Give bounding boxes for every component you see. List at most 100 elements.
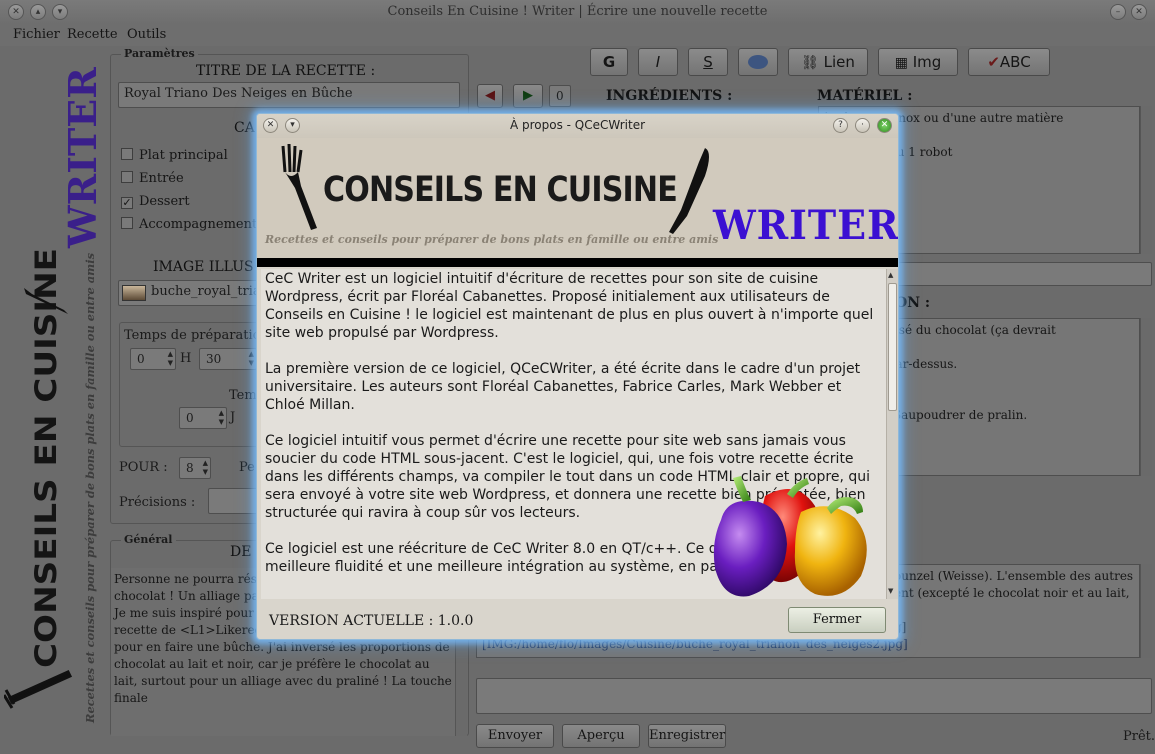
conseils-scrollbar[interactable]	[1140, 564, 1152, 658]
checkbox[interactable]	[121, 171, 133, 183]
banner-divider	[257, 258, 898, 267]
temps-cuisson-label: Tem	[229, 388, 257, 403]
spin-value: 0	[137, 352, 145, 366]
arrow-right-icon: ▶	[523, 88, 533, 103]
pour-unit: Pe	[239, 460, 255, 475]
fermer-button[interactable]: Fermer	[788, 607, 886, 633]
side-logo-tagline: Recettes et conseils pour préparer de bo…	[84, 253, 97, 724]
check-label: Entrée	[139, 171, 184, 186]
days-unit: J	[230, 410, 236, 425]
arrow-left-icon: ◀	[485, 88, 495, 103]
dialog-title: À propos - QCeCWriter	[509, 118, 646, 132]
dialog-banner: CONSEILS EN CUISINE WRITER Recettes et c…	[257, 138, 898, 258]
scroll-up-icon[interactable]: ▲	[888, 271, 893, 279]
categorie-label: CA	[234, 120, 255, 136]
spellcheck-button[interactable]: ✔ABC	[968, 48, 1050, 76]
envoyer-button[interactable]: Envoyer	[476, 724, 554, 748]
italic-button[interactable]: I	[638, 48, 678, 76]
dialog-x-icon[interactable]: ✕	[877, 118, 892, 133]
preparation-scrollbar[interactable]	[1140, 318, 1152, 476]
knife-icon	[669, 148, 709, 234]
main-titlebar: ✕ ▴ ▾ Conseils En Cuisine ! Writer | Écr…	[0, 0, 1155, 24]
about-paragraph: La première version de ce logiciel, QCeC…	[265, 361, 861, 413]
bold-button[interactable]: G	[590, 48, 628, 76]
preparation-label: ON :	[895, 295, 931, 311]
hours-unit: H	[180, 351, 192, 366]
checkbox[interactable]: ✓	[121, 197, 133, 209]
side-logo: WRITER CONSEILS EN CUISINE Recettes et c…	[4, 67, 104, 724]
minimize-icon[interactable]: –	[1110, 4, 1126, 20]
move-right-button[interactable]: ▶	[513, 84, 543, 108]
window-close-icon[interactable]: ✕	[1131, 4, 1147, 20]
link-label: Lien	[823, 53, 855, 71]
spin-arrows-icon[interactable]: ▲ ▼	[219, 409, 224, 427]
menubar: Fichier Recette Outils	[0, 24, 1155, 46]
banner-writer: WRITER	[713, 202, 899, 249]
menu-fichier[interactable]: Fichier	[13, 27, 60, 42]
check-entree[interactable]: Entrée	[121, 171, 184, 186]
spin-arrows-icon[interactable]: ▲ ▼	[249, 350, 254, 368]
general-title: Général	[121, 533, 176, 546]
ingredients-label: INGRÉDIENTS :	[606, 88, 733, 104]
checkbox[interactable]	[121, 217, 133, 229]
link-icon: ⛓	[801, 55, 819, 71]
img-label: Img	[912, 53, 942, 71]
banner-tagline: Recettes et conseils pour préparer de bo…	[265, 233, 719, 246]
spell-label: ABC	[999, 53, 1031, 71]
dialog-titlebar: ✕ ▾ À propos - QCeCWriter ? · ✕	[257, 114, 898, 138]
apercu-button[interactable]: Aperçu	[562, 724, 640, 748]
spin-value: 30	[206, 352, 222, 366]
check-plat-principal[interactable]: Plat principal	[121, 148, 228, 163]
html-preview-field[interactable]	[476, 678, 1152, 714]
ingredient-count-spin[interactable]: 0	[549, 85, 571, 107]
parametres-title: Paramètres	[121, 47, 198, 60]
fork-icon	[281, 143, 317, 230]
image-input[interactable]: buche_royal_trian	[118, 280, 270, 306]
window-title: Conseils En Cuisine ! Writer | Écrire un…	[387, 4, 768, 19]
strike-button[interactable]: S	[688, 48, 728, 76]
check-dessert[interactable]: ✓ Dessert	[121, 194, 190, 209]
spin-arrows-icon[interactable]: ▲ ▼	[203, 459, 208, 477]
side-logo-title: CONSEILS EN CUISINE	[29, 248, 63, 668]
img-button[interactable]: ▦ Img	[878, 48, 958, 76]
materiel-label: MATÉRIEL :	[817, 88, 913, 104]
prep-hours-spin[interactable]: 0 ▲ ▼	[130, 348, 176, 370]
spin-value: 8	[186, 461, 194, 475]
quote-button[interactable]	[738, 48, 778, 76]
pour-spin[interactable]: 8 ▲ ▼	[179, 457, 211, 479]
move-left-button[interactable]: ◀	[477, 84, 503, 108]
help-icon[interactable]: ?	[833, 118, 848, 133]
image-label: IMAGE ILLUS	[153, 259, 254, 275]
menu-recette[interactable]: Recette	[67, 27, 118, 42]
materiel-scrollbar[interactable]	[1140, 106, 1152, 254]
titre-input[interactable]: Royal Triano Des Neiges en Bûche	[118, 82, 460, 108]
image-thumbnail-icon	[122, 285, 146, 301]
about-dialog: ✕ ▾ À propos - QCeCWriter ? · ✕ CONSEILS…	[256, 113, 899, 640]
days-spin[interactable]: 0 ▲ ▼	[179, 407, 227, 429]
spin-value: 0	[186, 411, 194, 425]
check-label: Dessert	[139, 194, 190, 209]
link-button[interactable]: ⛓ Lien	[788, 48, 868, 76]
dialog-minimize-icon[interactable]: ·	[855, 118, 870, 133]
speech-bubble-icon	[748, 55, 768, 69]
checkbox[interactable]	[121, 148, 133, 160]
image-icon: ▦	[894, 55, 908, 71]
enregistrer-button[interactable]: Enregistrer	[648, 724, 726, 748]
titre-label: TITRE DE LA RECETTE :	[196, 63, 376, 79]
spellcheck-icon: ✔	[987, 53, 1000, 71]
pour-label: POUR :	[119, 460, 168, 475]
precisions-input[interactable]	[208, 488, 260, 514]
check-label: Plat principal	[139, 148, 228, 163]
peppers-icon	[713, 476, 867, 597]
prep-minutes-spin[interactable]: 30 ▲ ▼	[199, 348, 257, 370]
check-accompagnement[interactable]: Accompagnement	[121, 217, 257, 232]
image-filename: buche_royal_trian	[151, 284, 270, 299]
about-paragraph: CeC Writer est un logiciel intuitif d'éc…	[265, 271, 874, 341]
spin-arrows-icon[interactable]: ▲ ▼	[168, 350, 173, 368]
menu-outils[interactable]: Outils	[127, 27, 166, 42]
temps-prep-label: Temps de préparation	[124, 328, 269, 343]
side-logo-writer: WRITER	[60, 67, 104, 249]
banner-title: CONSEILS EN CUISINE	[323, 170, 678, 210]
side-fork-icon	[4, 670, 73, 709]
scrollbar-thumb[interactable]	[888, 283, 897, 411]
